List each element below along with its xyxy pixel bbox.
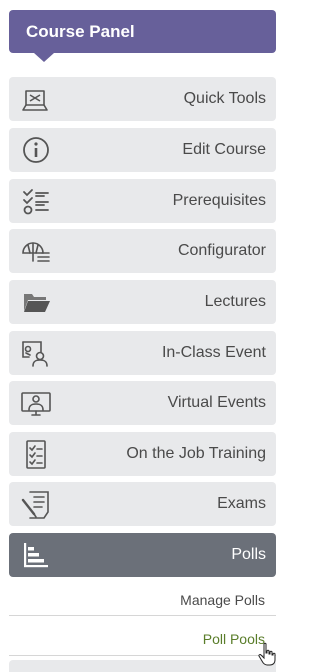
menu-item-label: Lectures	[204, 293, 266, 310]
menu-item-label: Polls	[231, 546, 266, 563]
menu-item-quick-tools[interactable]: Quick Tools	[9, 77, 276, 121]
quick-tools-icon	[19, 83, 53, 115]
menu-item-prerequisites[interactable]: Prerequisites	[9, 179, 276, 223]
folder-icon	[19, 286, 53, 318]
menu-item-on-the-job-training[interactable]: On the Job Training	[9, 432, 276, 476]
menu-item-label: Quick Tools	[183, 90, 266, 107]
menu-item-exams[interactable]: Exams	[9, 482, 276, 526]
menu-item-label: Configurator	[177, 242, 266, 259]
hand-cursor-icon	[258, 642, 276, 666]
submenu-divider	[9, 655, 276, 656]
header-notch	[34, 53, 54, 62]
menu-item-label: Prerequisites	[172, 192, 266, 209]
course-panel: Course Panel Quick Tools Edit Course Pre…	[0, 0, 284, 672]
menu-item-label: Exams	[217, 495, 266, 512]
configurator-icon	[19, 235, 53, 267]
menu-item-label: On the Job Training	[126, 445, 266, 462]
menu-item-label: Edit Course	[182, 141, 266, 158]
submenu-item-label: Poll Pools	[202, 631, 265, 647]
exam-icon	[19, 488, 53, 520]
polls-icon	[19, 539, 53, 571]
info-icon	[19, 134, 53, 166]
menu-item-label: Virtual Events	[167, 394, 266, 411]
panel-header: Course Panel	[9, 10, 276, 53]
submenu-divider	[9, 615, 276, 616]
submenu-item-poll-pools[interactable]: Poll Pools	[9, 621, 276, 657]
menu-item-polls[interactable]: Polls	[9, 533, 276, 577]
submenu-item-label: Manage Polls	[180, 592, 265, 608]
submenu-item-manage-polls[interactable]: Manage Polls	[9, 582, 276, 618]
clipboard-checklist-icon	[19, 438, 53, 470]
menu-item-configurator[interactable]: Configurator	[9, 229, 276, 273]
menu-item-label: In-Class Event	[161, 344, 266, 361]
menu-item-edit-course[interactable]: Edit Course	[9, 128, 276, 172]
checklist-icon	[19, 185, 53, 217]
menu-item-virtual-events[interactable]: Virtual Events	[9, 381, 276, 425]
panel-title: Course Panel	[26, 21, 135, 41]
in-class-event-icon	[19, 337, 53, 369]
virtual-events-icon	[19, 387, 53, 419]
menu-item-partial[interactable]	[9, 660, 276, 672]
menu-item-lectures[interactable]: Lectures	[9, 280, 276, 324]
menu-item-in-class-event[interactable]: In-Class Event	[9, 331, 276, 375]
